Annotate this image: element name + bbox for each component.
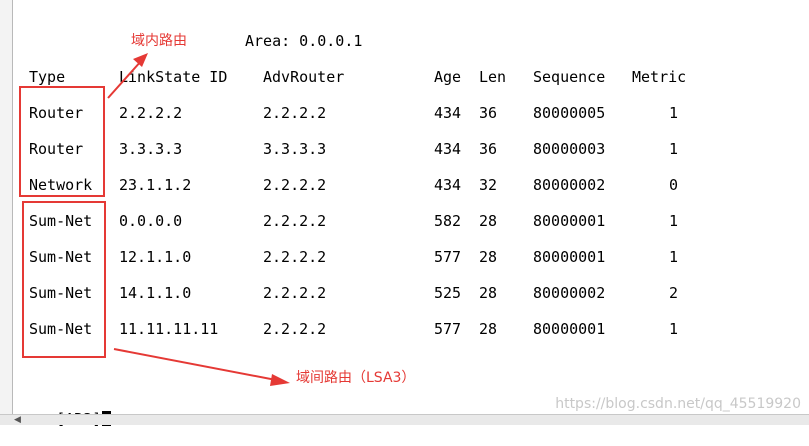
annotation-arrows	[107, 53, 290, 386]
inter-area-arrowhead	[270, 374, 290, 386]
intra-area-label: 域内路由	[131, 33, 187, 49]
watermark: https://blog.csdn.net/qq_45519920	[555, 396, 801, 412]
inter-area-arrow-line	[113, 348, 277, 381]
intra-area-arrow-line	[107, 59, 143, 99]
intra-area-arrowhead	[133, 53, 148, 67]
inter-area-label: 域间路由（LSA3）	[296, 370, 416, 386]
horizontal-scrollbar[interactable]	[0, 414, 809, 425]
